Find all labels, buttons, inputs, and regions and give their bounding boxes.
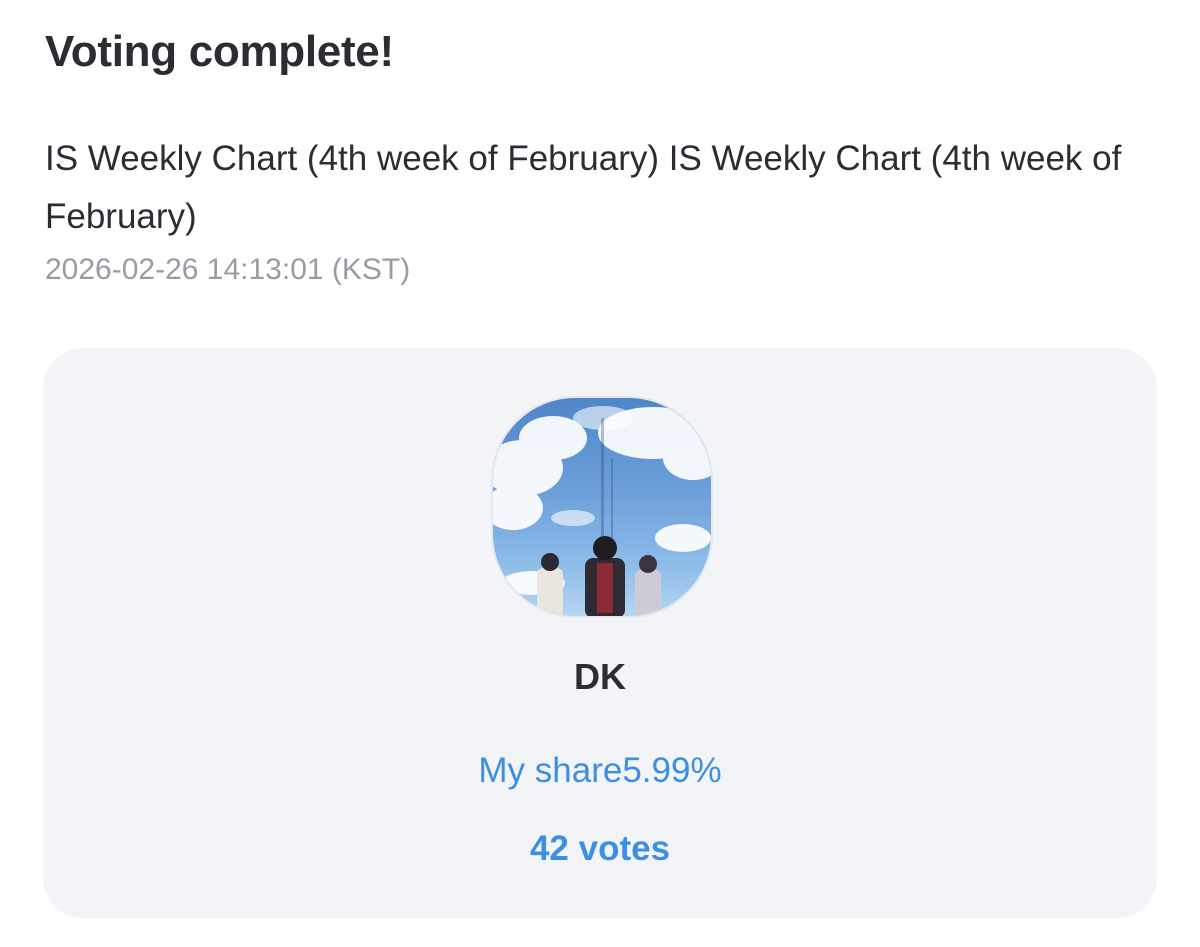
poster-image-icon: [493, 406, 711, 616]
vote-count: 42 votes: [529, 829, 671, 868]
result-card: DK My share5.99% 42 votes: [43, 348, 1157, 918]
candidate-thumbnail: [491, 396, 713, 618]
candidate-name: DK: [574, 656, 626, 697]
my-share-label: My share: [478, 751, 623, 790]
page-title: Voting complete!: [45, 27, 394, 76]
vote-timestamp: 2026-02-26 14:13:01 (KST): [45, 253, 411, 286]
poll-title: IS Weekly Chart (4th week of February) I…: [45, 139, 1122, 236]
my-share-value: 5.99%: [622, 751, 722, 790]
my-share: My share5.99%: [43, 748, 1157, 794]
